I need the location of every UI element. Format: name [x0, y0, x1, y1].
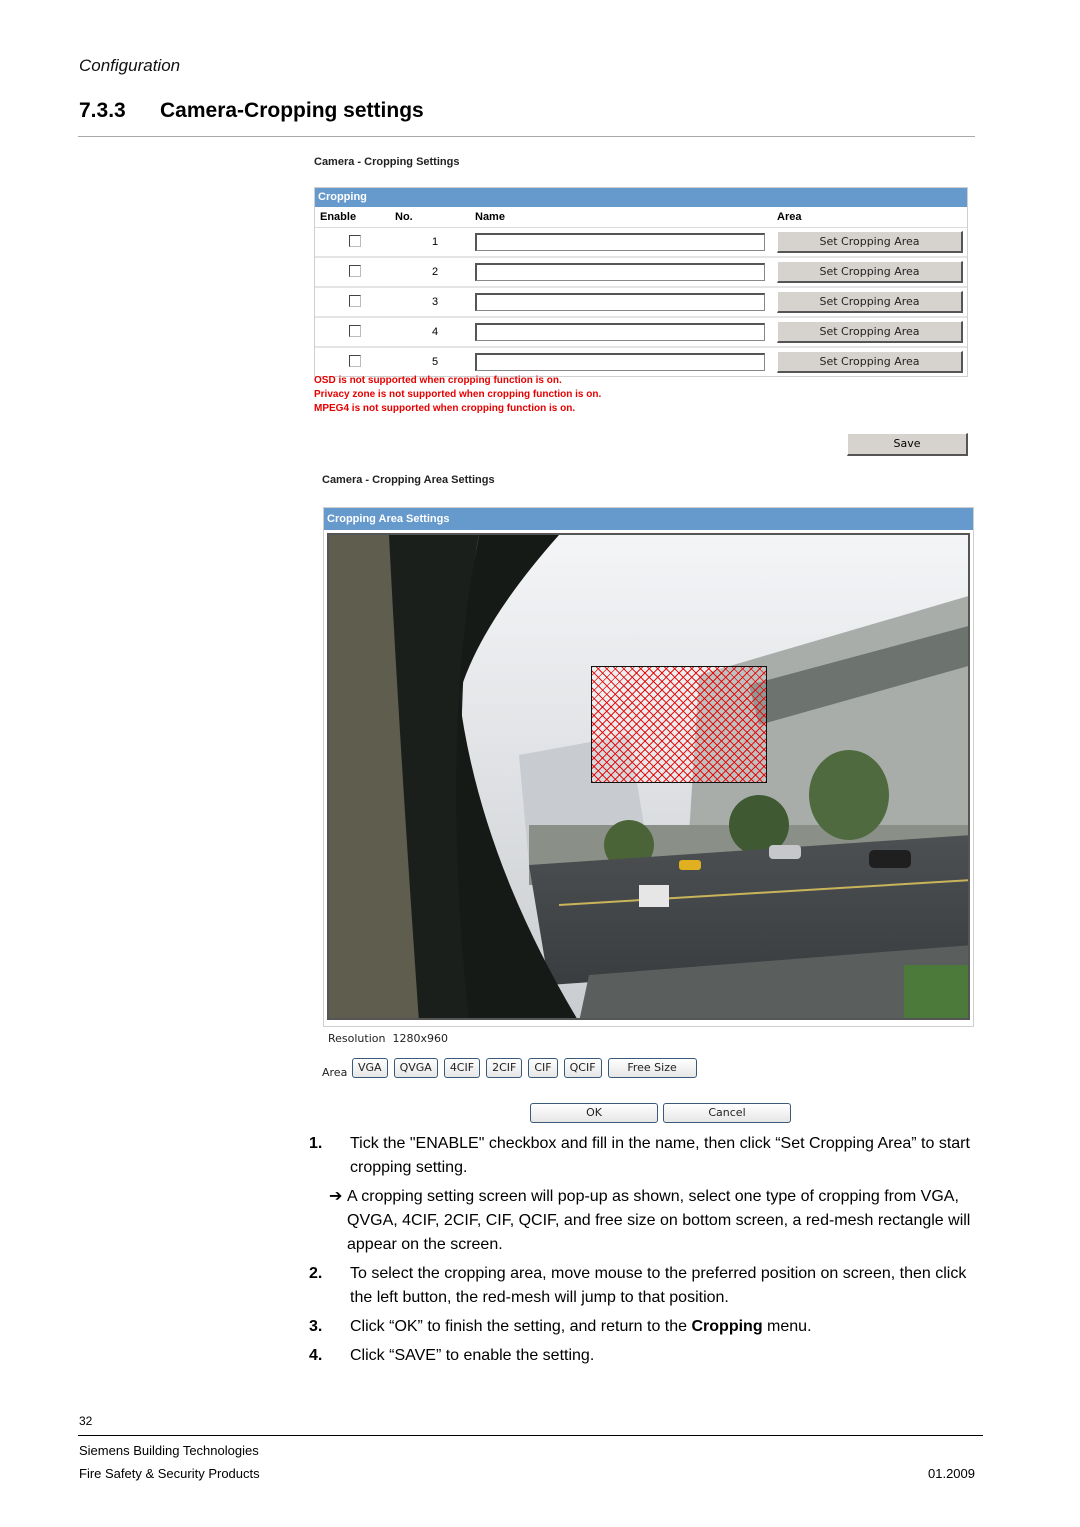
step-text: Click “SAVE” to enable the setting.: [350, 1347, 595, 1364]
qcif-button[interactable]: QCIF: [563, 1058, 602, 1078]
table-row: 3 Set Cropping Area: [315, 288, 967, 318]
row-number: 5: [432, 356, 439, 368]
row-number: 3: [432, 296, 439, 308]
set-cropping-area-button-4[interactable]: Set Cropping Area: [777, 321, 963, 343]
set-cropping-area-button-5[interactable]: Set Cropping Area: [777, 351, 963, 373]
heading-title: Camera-Cropping settings: [160, 99, 424, 122]
grass: [904, 965, 968, 1018]
cropping-area-panel: Cropping Area Settings: [323, 507, 974, 1027]
cif-button[interactable]: CIF: [528, 1058, 558, 1078]
camera-view[interactable]: [327, 533, 970, 1020]
name-input-5[interactable]: [475, 353, 765, 371]
table-row: 4 Set Cropping Area: [315, 318, 967, 348]
name-input-2[interactable]: [475, 263, 765, 281]
footer-date: 01.2009: [928, 1466, 975, 1481]
car: [769, 845, 801, 859]
table-row: 1 Set Cropping Area: [315, 228, 967, 258]
row-number: 4: [432, 326, 439, 338]
set-cropping-area-button-2[interactable]: Set Cropping Area: [777, 261, 963, 283]
enable-checkbox-3[interactable]: [349, 294, 361, 307]
cancel-button[interactable]: Cancel: [663, 1103, 791, 1123]
enable-checkbox-5[interactable]: [349, 354, 361, 367]
ok-button[interactable]: OK: [530, 1103, 658, 1123]
row-number: 2: [432, 266, 439, 278]
table-header: Enable No. Name Area: [315, 207, 967, 228]
enable-checkbox-4[interactable]: [349, 324, 361, 337]
tree: [809, 750, 889, 840]
column-header-enable: Enable: [320, 211, 357, 223]
truck: [639, 885, 669, 907]
enable-checkbox-1[interactable]: [349, 234, 361, 247]
free-size-button[interactable]: Free Size: [607, 1058, 697, 1078]
step-number: 4.: [309, 1347, 323, 1364]
step-text: To select the cropping area, move mouse …: [350, 1265, 967, 1306]
heading-divider: [78, 136, 975, 137]
2cif-button[interactable]: 2CIF: [486, 1058, 523, 1078]
name-input-3[interactable]: [475, 293, 765, 311]
4cif-button[interactable]: 4CIF: [443, 1058, 481, 1078]
warning-osd: OSD is not supported when cropping funct…: [314, 375, 562, 386]
warning-privacy-zone: Privacy zone is not supported when cropp…: [314, 389, 602, 400]
instruction-step-1: 1. Tick the "ENABLE" checkbox and fill i…: [309, 1132, 979, 1180]
enable-checkbox-2[interactable]: [349, 264, 361, 277]
resolution-display: Resolution 1280x960: [328, 1032, 448, 1045]
vga-button[interactable]: VGA: [352, 1058, 388, 1078]
instruction-result: ➔ A cropping setting screen will pop-up …: [329, 1185, 979, 1257]
taxi: [679, 860, 701, 870]
table-row: 5 Set Cropping Area: [315, 348, 967, 376]
result-text: A cropping setting screen will pop-up as…: [347, 1188, 971, 1253]
car: [869, 850, 911, 868]
footer-divider: [78, 1435, 983, 1436]
warning-mpeg4: MPEG4 is not supported when cropping fun…: [314, 403, 576, 414]
instruction-step-4: 4. Click “SAVE” to enable the setting.: [309, 1344, 979, 1368]
footer-division: Fire Safety & Security Products: [79, 1466, 260, 1481]
cropping-menu-name: Cropping: [691, 1318, 763, 1335]
step-text-part: Click “OK” to finish the setting, and re…: [350, 1318, 692, 1335]
column-header-no: No.: [395, 211, 413, 223]
set-cropping-area-button-1[interactable]: Set Cropping Area: [777, 231, 963, 253]
instruction-step-3: 3. Click “OK” to finish the setting, and…: [309, 1315, 979, 1339]
cropping-panel-header: Cropping: [315, 188, 967, 207]
column-header-name: Name: [475, 211, 505, 223]
step-number: 1.: [309, 1135, 323, 1152]
cropping-area-panel-header: Cropping Area Settings: [324, 508, 973, 530]
step-text: Click “OK” to finish the setting, and re…: [350, 1315, 979, 1339]
heading-number: 7.3.3: [79, 99, 126, 122]
name-input-1[interactable]: [475, 233, 765, 251]
cropping-settings-title: Camera - Cropping Settings: [314, 156, 460, 168]
instruction-step-2: 2. To select the cropping area, move mou…: [309, 1262, 979, 1310]
set-cropping-area-button-3[interactable]: Set Cropping Area: [777, 291, 963, 313]
row-number: 1: [432, 236, 439, 248]
area-label: Area: [322, 1066, 348, 1079]
cropping-area-settings-title: Camera - Cropping Area Settings: [322, 474, 495, 486]
footer-company: Siemens Building Technologies: [79, 1443, 259, 1458]
section-label: Configuration: [79, 56, 181, 75]
step-number: 2.: [309, 1265, 323, 1282]
page-heading: 7.3.3 Camera-Cropping settings: [79, 99, 424, 123]
column-header-area: Area: [777, 211, 802, 223]
red-mesh-crop-rectangle[interactable]: [591, 666, 767, 783]
qvga-button[interactable]: QVGA: [393, 1058, 438, 1078]
arrow-right-icon: ➔: [329, 1188, 343, 1205]
name-input-4[interactable]: [475, 323, 765, 341]
table-row: 2 Set Cropping Area: [315, 258, 967, 288]
area-size-buttons: VGA QVGA 4CIF 2CIF CIF QCIF Free Size: [352, 1058, 697, 1078]
step-number: 3.: [309, 1318, 323, 1335]
resolution-label: Resolution: [328, 1032, 386, 1045]
step-text-part: menu.: [762, 1318, 812, 1335]
resolution-value: 1280x960: [392, 1032, 448, 1045]
save-button[interactable]: Save: [847, 433, 968, 456]
step-text: Tick the "ENABLE" checkbox and fill in t…: [350, 1135, 970, 1176]
page-number: 32: [79, 1414, 93, 1428]
cropping-table: Cropping Enable No. Name Area 1 Set Crop…: [314, 187, 968, 377]
